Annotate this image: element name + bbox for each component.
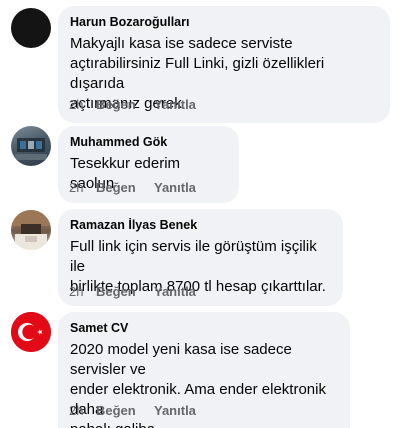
reply-button[interactable]: Yanıtla xyxy=(154,284,196,299)
machine-photo-icon xyxy=(15,138,47,160)
comment-time[interactable]: 2h xyxy=(69,403,96,418)
comment-actions: 2h Beğen Yanıtla xyxy=(69,401,196,419)
like-button[interactable]: Beğen xyxy=(96,180,154,195)
comment-actions: 2h Beğen Yanıtla xyxy=(69,178,196,196)
reply-button[interactable]: Yanıtla xyxy=(154,97,196,112)
avatar[interactable] xyxy=(11,8,51,48)
like-button[interactable]: Beğen xyxy=(96,284,154,299)
comment-text-line: Full link için servis ile görüştüm işçil… xyxy=(70,238,317,275)
avatar[interactable] xyxy=(11,312,51,352)
reply-button[interactable]: Yanıtla xyxy=(154,403,196,418)
comment-author[interactable]: Samet CV xyxy=(70,320,338,336)
comment-author[interactable]: Ramazan İlyas Benek xyxy=(70,217,331,233)
comment-author[interactable]: Harun Bozaroğulları xyxy=(70,14,378,30)
comment-text-line: açtırabilirsiniz Full Linki, gizli özell… xyxy=(70,55,325,92)
comment-text-line: Makyajlı kasa ise sadece serviste xyxy=(70,35,293,52)
room-photo-icon xyxy=(11,210,51,250)
avatar[interactable] xyxy=(11,126,51,166)
comment-time[interactable]: 2h xyxy=(69,97,96,112)
comment-actions: 2h Beğen Yanıtla xyxy=(69,282,196,300)
comment-text-line: 2020 model yeni kasa ise sadece servisle… xyxy=(70,341,292,378)
comment-time[interactable]: 2h xyxy=(69,284,96,299)
comment-time[interactable]: 2h xyxy=(69,180,96,195)
comment-actions: 2h Beğen Yanıtla xyxy=(69,95,196,113)
avatar[interactable] xyxy=(11,210,51,250)
turkish-flag-icon xyxy=(11,312,51,352)
reply-button[interactable]: Yanıtla xyxy=(154,180,196,195)
like-button[interactable]: Beğen xyxy=(96,97,154,112)
like-button[interactable]: Beğen xyxy=(96,403,154,418)
comment-author[interactable]: Muhammed Gök xyxy=(70,134,227,150)
comment-text-line: pahalı galiba. xyxy=(70,420,338,428)
